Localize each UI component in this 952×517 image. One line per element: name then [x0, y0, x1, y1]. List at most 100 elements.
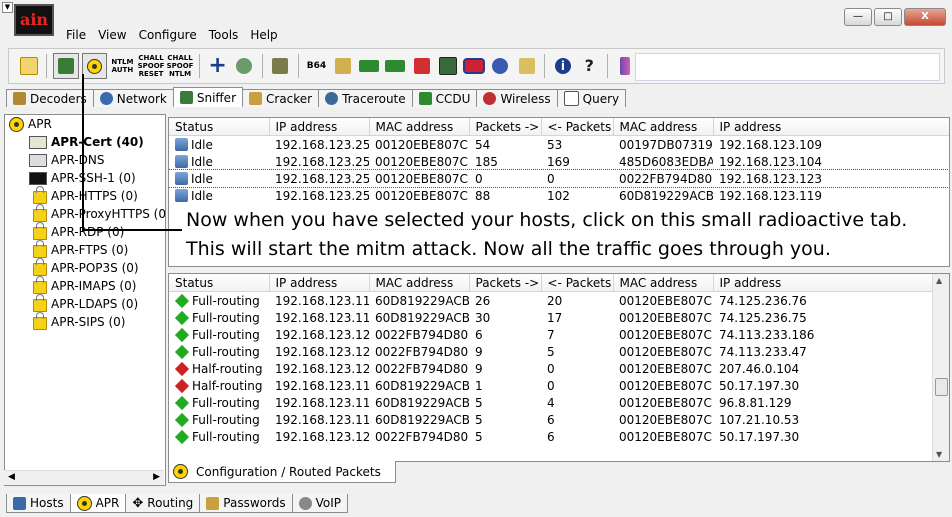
- cell: 192.168.123.119: [719, 188, 823, 203]
- col-mac-address-2[interactable]: MAC address: [613, 274, 714, 292]
- tab-hosts[interactable]: Hosts: [6, 494, 71, 513]
- cell: 00120EBE807C: [619, 361, 712, 376]
- tab-apr[interactable]: APR: [69, 494, 127, 513]
- col-mac-address[interactable]: MAC address: [369, 118, 470, 136]
- menu-configure[interactable]: Configure: [133, 26, 203, 44]
- cell: 4: [547, 395, 555, 410]
- tree-item-apr-imaps[interactable]: APR-IMAPS (0): [33, 276, 136, 294]
- col-ip-address-2[interactable]: IP address: [713, 274, 934, 292]
- tree-item-apr-ftps[interactable]: APR-FTPS (0): [33, 240, 128, 258]
- table-row[interactable]: Full-routing 192.168.123.123 0022FB794D80 9…: [169, 343, 933, 360]
- col-status[interactable]: Status: [169, 274, 270, 292]
- tab-wireless[interactable]: Wireless: [476, 89, 558, 107]
- table-row[interactable]: Full-routing 192.168.123.119 60D819229ACB 3…: [169, 309, 933, 326]
- menu-file[interactable]: File: [60, 26, 92, 44]
- menu-view[interactable]: View: [92, 26, 132, 44]
- table-row[interactable]: Full-routing 192.168.123.123 0022FB794D80 6…: [169, 326, 933, 343]
- tree-root-apr[interactable]: APR: [9, 116, 52, 132]
- col-packets-out[interactable]: Packets ->: [469, 118, 542, 136]
- tab-cracker[interactable]: Cracker: [242, 89, 320, 107]
- tab-decoders[interactable]: Decoders: [6, 89, 94, 107]
- about-button[interactable]: i: [551, 54, 574, 78]
- close-button[interactable]: X: [904, 8, 946, 26]
- cell: Full-routing: [192, 429, 260, 444]
- tab-configuration-routed-packets[interactable]: Configuration / Routed Packets: [168, 461, 396, 483]
- col-mac-address[interactable]: MAC address: [369, 274, 470, 292]
- add-button[interactable]: +: [206, 54, 229, 78]
- table-row[interactable]: Full-routing 192.168.123.123 0022FB794D80 5…: [169, 428, 933, 445]
- tree-item-apr-dns[interactable]: APR-DNS: [29, 152, 104, 168]
- password-button[interactable]: [515, 54, 538, 78]
- col-ip-address[interactable]: IP address: [269, 274, 370, 292]
- start-sniffer-button[interactable]: [53, 53, 79, 79]
- col-ip-address-2[interactable]: IP address: [713, 118, 949, 136]
- menu-help[interactable]: Help: [244, 26, 283, 44]
- table-row[interactable]: Idle 192.168.123.254 00120EBE807C 88 102 60D8…: [169, 187, 949, 204]
- col-mac-address-2[interactable]: MAC address: [613, 118, 714, 136]
- tab-ccdu[interactable]: CCDU: [411, 89, 478, 107]
- voip-icon: [298, 496, 312, 510]
- chall-spoof-ntlm-button[interactable]: CHALL SPOOF NTLM: [167, 54, 194, 78]
- chall-spoof-reset-button[interactable]: CHALL SPOOF RESET: [138, 54, 165, 78]
- cell: 6: [547, 429, 555, 444]
- base64-button[interactable]: B64: [305, 54, 328, 78]
- tree-item-apr-cert[interactable]: APR-Cert (40): [29, 134, 144, 150]
- wireless-button[interactable]: [384, 54, 407, 78]
- radioactive-icon: [86, 58, 102, 74]
- system-menu-icon[interactable]: ▼: [2, 2, 13, 13]
- tree-item-apr-sips[interactable]: APR-SIPS (0): [33, 312, 125, 330]
- table-row[interactable]: Idle 192.168.123.254 00120EBE807C 185 169 485…: [169, 153, 949, 170]
- col-status[interactable]: Status: [169, 118, 270, 136]
- options-button[interactable]: [269, 54, 292, 78]
- minimize-button[interactable]: —: [844, 8, 872, 26]
- cell: 5: [475, 412, 483, 427]
- start-apr-button[interactable]: [81, 53, 107, 79]
- cell: Full-routing: [192, 412, 260, 427]
- rdp-button[interactable]: [410, 54, 433, 78]
- table-row[interactable]: Full-routing 192.168.123.119 60D819229ACB 2…: [169, 292, 933, 310]
- table-row[interactable]: Full-routing 192.168.123.119 60D819229ACB 5…: [169, 394, 933, 411]
- annotation-pointer-horizontal: [82, 229, 182, 231]
- table-row[interactable]: Half-routing 192.168.123.123 0022FB794D80 9…: [169, 360, 933, 377]
- tab-network[interactable]: Network: [92, 89, 174, 107]
- tree-item-apr-pop3s[interactable]: APR-POP3S (0): [33, 258, 139, 276]
- col-packets-out[interactable]: Packets ->: [469, 274, 542, 292]
- tree-item-apr-https[interactable]: APR-HTTPS (0): [33, 186, 138, 204]
- table-row[interactable]: Half-routing 192.168.123.119 60D819229ACB 1…: [169, 377, 933, 394]
- tab-passwords[interactable]: Passwords: [199, 494, 293, 513]
- access-db-button[interactable]: [331, 54, 354, 78]
- maximize-button[interactable]: □: [874, 8, 902, 26]
- routed-vertical-scrollbar[interactable]: ▲ ▼: [932, 274, 949, 461]
- col-packets-in[interactable]: <- Packets: [541, 274, 614, 292]
- terminal-button[interactable]: [436, 54, 459, 78]
- tab-sniffer[interactable]: Sniffer: [172, 87, 243, 107]
- table-row[interactable]: Idle 192.168.123.254 00120EBE807C 0 0 0022FB7…: [169, 169, 949, 188]
- help-button[interactable]: ?: [578, 54, 601, 78]
- cell: 88: [475, 188, 491, 203]
- network-button[interactable]: [489, 54, 512, 78]
- col-ip-address[interactable]: IP address: [269, 118, 370, 136]
- tab-voip[interactable]: VoIP: [291, 494, 349, 513]
- tab-traceroute[interactable]: Traceroute: [318, 89, 413, 107]
- table-row[interactable]: Idle 192.168.123.254 00120EBE807C 54 53 00197…: [169, 136, 949, 154]
- remove-button[interactable]: [232, 54, 255, 78]
- tree-item-apr-ldaps[interactable]: APR-LDAPS (0): [33, 294, 138, 312]
- tree-horizontal-scrollbar[interactable]: ◀ ▶: [4, 470, 164, 485]
- tab-label: Decoders: [30, 91, 87, 106]
- tree-item-apr-rdp[interactable]: APR-RDP (0): [33, 222, 124, 240]
- exit-button[interactable]: [614, 54, 637, 78]
- scroll-thumb[interactable]: [935, 378, 948, 396]
- cell: 207.46.0.104: [719, 361, 800, 376]
- menu-tools[interactable]: Tools: [203, 26, 245, 44]
- info-icon: i: [554, 58, 571, 74]
- tab-query[interactable]: Query: [556, 89, 627, 107]
- open-folder-button[interactable]: [17, 54, 40, 78]
- col-packets-in[interactable]: <- Packets: [541, 118, 614, 136]
- lock-icon: [33, 222, 47, 240]
- lsa-secrets-button[interactable]: [357, 54, 380, 78]
- tree-item-apr-proxyhttps[interactable]: APR-ProxyHTTPS (0): [33, 204, 165, 222]
- tab-routing[interactable]: ✥ Routing: [125, 494, 201, 513]
- hash-button[interactable]: [462, 54, 486, 78]
- table-row[interactable]: Full-routing 192.168.123.119 60D819229ACB 5…: [169, 411, 933, 428]
- nat-button[interactable]: NTLM AUTH: [110, 54, 135, 78]
